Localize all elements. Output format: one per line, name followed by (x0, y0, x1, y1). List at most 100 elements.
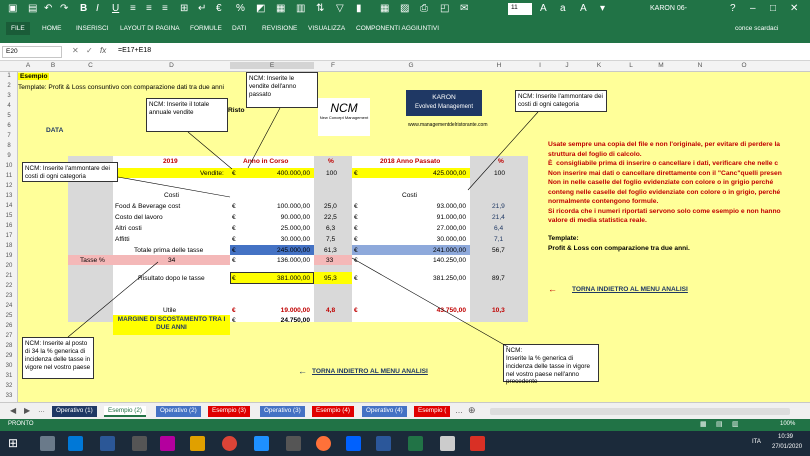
tab-layout[interactable]: LAYOUT DI PAGINA (120, 25, 180, 32)
customize-icon[interactable]: ▾ (600, 3, 605, 14)
sort-icon[interactable]: ⇅ (316, 3, 324, 14)
horizontal-scrollbar[interactable] (490, 408, 790, 415)
fill-color-icon[interactable]: ◩ (256, 3, 265, 14)
sheet-tab[interactable]: Esempio (4) (312, 406, 354, 417)
undo-icon[interactable]: ↶ (44, 3, 52, 14)
help-icon[interactable]: ? (730, 3, 736, 14)
preview-icon[interactable]: ◰ (440, 3, 449, 14)
tab-formule[interactable]: FORMULE (190, 25, 222, 32)
percent-icon[interactable]: % (236, 3, 245, 14)
format-icon[interactable]: ▥ (296, 3, 305, 14)
merge-icon[interactable]: ⊞ (180, 3, 188, 14)
row-header[interactable]: 25 (0, 313, 18, 319)
tab-componenti[interactable]: COMPONENTI AGGIUNTIVI (356, 25, 439, 32)
currency-icon[interactable]: € (216, 3, 222, 14)
row-header[interactable]: 14 (0, 203, 18, 209)
column-header[interactable]: L (616, 62, 646, 69)
row-header[interactable]: 22 (0, 283, 18, 289)
row-header[interactable]: 9 (0, 153, 18, 159)
excel-taskbar-icon[interactable] (408, 436, 423, 451)
row-header[interactable]: 32 (0, 383, 18, 389)
row-header[interactable]: 7 (0, 133, 18, 139)
column-header[interactable]: M (646, 62, 676, 69)
save-icon[interactable]: ▤ (28, 3, 37, 14)
align-right-icon[interactable]: ≡ (162, 3, 168, 14)
sheet-tab[interactable]: Operativo (2) (156, 406, 201, 417)
task-view-icon[interactable] (40, 436, 55, 451)
name-box[interactable]: E20 (2, 46, 62, 58)
row-header[interactable]: 11 (0, 173, 18, 179)
row-header[interactable]: 26 (0, 323, 18, 329)
font-size-box[interactable]: 11 (508, 3, 532, 15)
column-header[interactable]: O (724, 62, 764, 69)
bold-icon[interactable]: B (80, 3, 87, 14)
chart-icon[interactable]: ▮ (356, 3, 362, 14)
row-header[interactable]: 18 (0, 243, 18, 249)
column-header[interactable]: A (18, 62, 38, 69)
row-header[interactable]: 8 (0, 143, 18, 149)
column-header[interactable]: H (470, 62, 528, 69)
enter-icon[interactable]: ✓ (86, 46, 93, 55)
row-header[interactable]: 10 (0, 163, 18, 169)
prev-sheet-icon[interactable]: ◀ (10, 406, 16, 415)
wrap-icon[interactable]: ↵ (198, 3, 206, 14)
column-header[interactable]: D (113, 62, 230, 69)
row-header[interactable]: 16 (0, 223, 18, 229)
row-header[interactable]: 27 (0, 333, 18, 339)
language-indicator[interactable]: ITA (752, 439, 761, 445)
row-header[interactable]: 6 (0, 123, 18, 129)
sheet-tab[interactable]: Esempio (3) (208, 406, 250, 417)
row-header[interactable]: 3 (0, 93, 18, 99)
row-header[interactable]: 5 (0, 113, 18, 119)
row-header[interactable]: 28 (0, 343, 18, 349)
column-header[interactable]: N (676, 62, 724, 69)
pdf-icon[interactable] (470, 436, 485, 451)
clock-time[interactable]: 10:39 (778, 434, 793, 440)
row-header[interactable]: 1 (0, 73, 18, 79)
sheet-tab[interactable]: Operativo (1) (52, 406, 97, 417)
word-icon[interactable] (376, 436, 391, 451)
minimize-icon[interactable]: – (750, 3, 756, 14)
column-header[interactable]: I (528, 62, 552, 69)
app-icon[interactable] (68, 436, 83, 451)
row-header[interactable]: 31 (0, 373, 18, 379)
sheet-tab-active[interactable]: Esempio (2) (104, 406, 146, 417)
cancel-icon[interactable]: ✕ (72, 46, 79, 55)
view-break-icon[interactable]: ▥ (732, 420, 739, 428)
sheet-tab[interactable]: Operativo (4) (362, 406, 407, 417)
redo-icon[interactable]: ↷ (60, 3, 68, 14)
row-header[interactable]: 12 (0, 183, 18, 189)
next-sheet-icon[interactable]: ▶ (24, 406, 30, 415)
start-icon[interactable]: ⊞ (8, 436, 18, 450)
edge-icon[interactable] (254, 436, 269, 451)
user-name[interactable]: conce scardaci (735, 25, 778, 32)
torna-link-bottom[interactable]: TORNA INDIETRO AL MENU ANALISI (312, 368, 428, 375)
formula-input[interactable]: =E17+E18 (118, 47, 151, 54)
torna-link-right[interactable]: TORNA INDIETRO AL MENU ANALISI (572, 286, 688, 293)
more-sheets-icon[interactable]: … (38, 407, 45, 414)
column-header[interactable]: J (552, 62, 582, 69)
row-header[interactable]: 20 (0, 263, 18, 269)
worksheet[interactable]: Esempio Template: Profit & Loss consunti… (18, 72, 810, 402)
row-header[interactable]: 24 (0, 303, 18, 309)
row-header[interactable]: 13 (0, 193, 18, 199)
border-icon[interactable]: ▦ (276, 3, 285, 14)
column-header[interactable]: F (314, 62, 352, 69)
sheet-tab[interactable]: Esempio ( (414, 406, 451, 417)
app-icon[interactable] (100, 436, 115, 451)
tab-inserisci[interactable]: INSERISCI (76, 25, 109, 32)
tab-dati[interactable]: DATI (232, 25, 246, 32)
notepad-icon[interactable] (440, 436, 455, 451)
row-header[interactable]: 19 (0, 253, 18, 259)
firefox-icon[interactable] (316, 436, 331, 451)
column-header[interactable]: K (582, 62, 616, 69)
tab-file[interactable]: FILE (6, 22, 30, 35)
app-icon[interactable] (132, 436, 147, 451)
column-header[interactable]: E (230, 62, 314, 69)
close-icon[interactable]: ✕ (790, 3, 798, 14)
underline-icon[interactable]: U (112, 3, 119, 14)
table-icon[interactable]: ▦ (380, 3, 389, 14)
tab-visualizza[interactable]: VISUALIZZA (308, 25, 345, 32)
maximize-icon[interactable]: □ (770, 3, 776, 14)
print-icon[interactable]: ⎙ (420, 3, 428, 14)
